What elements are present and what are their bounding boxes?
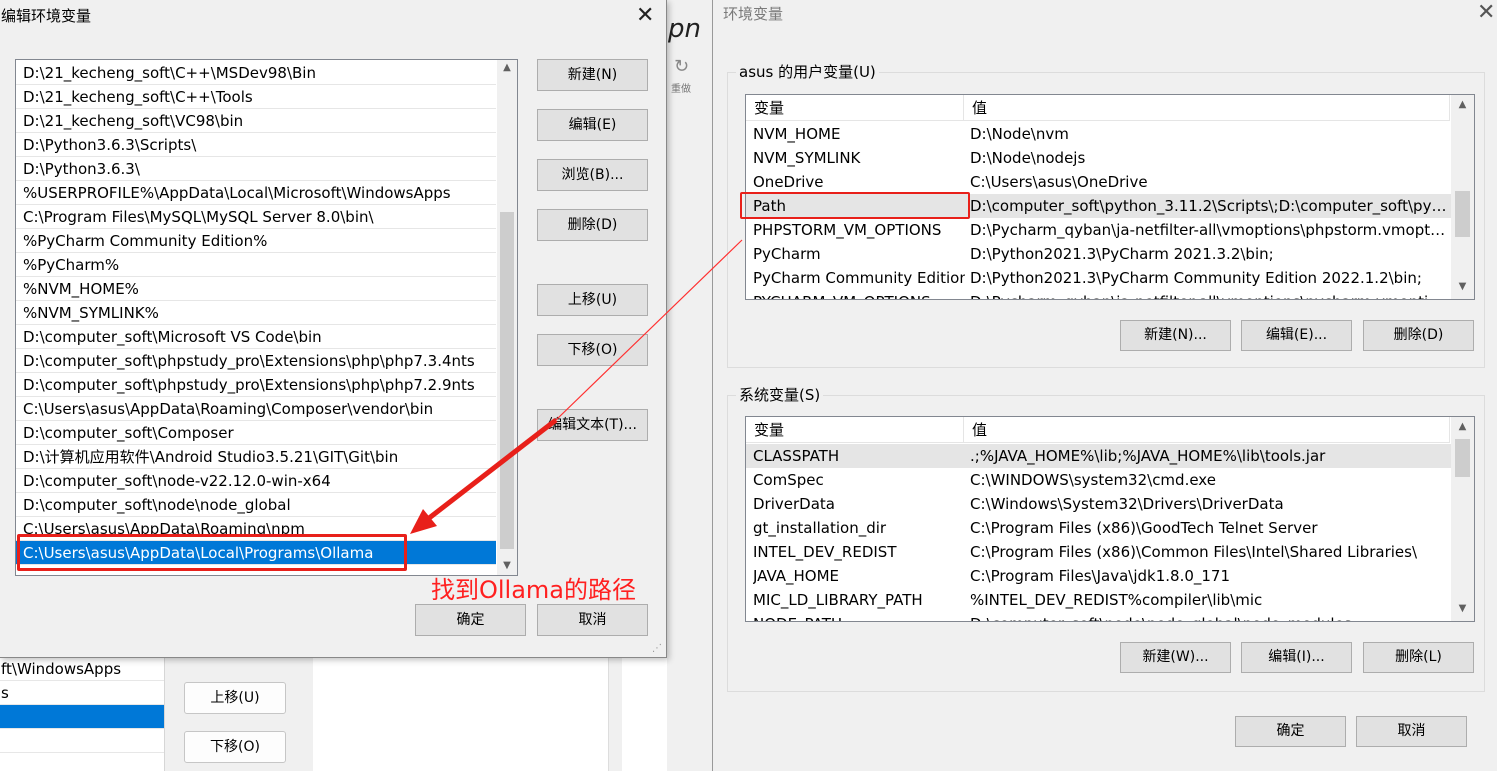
thin-pointer-line xyxy=(555,239,743,421)
arrow-shaft xyxy=(422,418,558,524)
annotation-arrow xyxy=(410,239,743,534)
